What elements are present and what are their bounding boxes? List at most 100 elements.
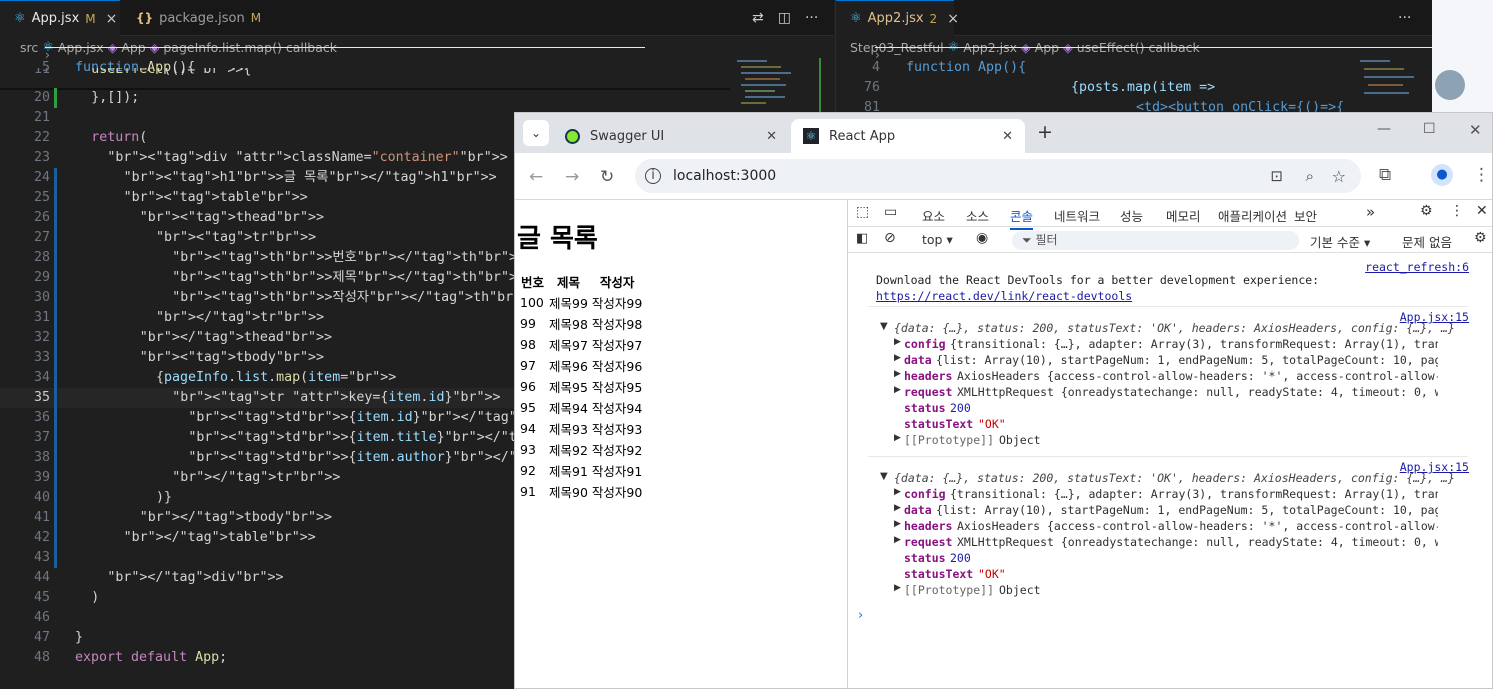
- forward-icon[interactable]: →: [565, 167, 579, 187]
- close-window-icon[interactable]: ✕: [1469, 121, 1482, 139]
- inspect-icon[interactable]: ⬚: [856, 204, 869, 220]
- table-cell: 제목97: [549, 338, 588, 353]
- expand-arrow-icon[interactable]: ▶: [894, 369, 901, 379]
- zoom-icon[interactable]: ⌕: [1306, 167, 1314, 185]
- expand-arrow-icon[interactable]: ▶: [894, 353, 901, 363]
- devtools-tab[interactable]: 보안: [1294, 206, 1317, 225]
- collapse-arrow-icon[interactable]: ▼: [880, 321, 888, 332]
- settings-icon[interactable]: ⚙: [1420, 203, 1433, 219]
- expand-arrow-icon[interactable]: ▶: [894, 337, 901, 347]
- issues-counter[interactable]: 문제 없음: [1402, 232, 1452, 251]
- maximize-icon[interactable]: ☐: [1423, 121, 1436, 137]
- log-level-select[interactable]: 기본 수준 ▾: [1310, 232, 1370, 251]
- console-separator: [868, 456, 1468, 457]
- extensions-icon[interactable]: ⧉: [1379, 165, 1391, 185]
- expand-arrow-icon[interactable]: ▶: [894, 487, 901, 497]
- devtools-tab[interactable]: 성능: [1120, 206, 1143, 225]
- log-summary[interactable]: {data: {…}, status: 200, statusText: 'OK…: [894, 320, 1492, 336]
- table-cell: 작성자95: [591, 380, 643, 395]
- log-summary[interactable]: {data: {…}, status: 200, statusText: 'OK…: [894, 470, 1492, 486]
- code-text: "br"></"tag">tbody"br">>: [139, 510, 332, 525]
- tab-react-app[interactable]: ⚛ React App ✕: [791, 119, 1025, 153]
- expand-arrow-icon[interactable]: ▶: [894, 583, 901, 593]
- minimize-icon[interactable]: —: [1377, 121, 1391, 137]
- devtools-panel: ⬚ ▭ 요소 소스 콘솔 네트워크 성능 메모리 애플리케이션 보안 » ⚙ ⋮ ✕ ◧ ⊘ …: [847, 200, 1492, 688]
- install-icon[interactable]: ⊡: [1270, 167, 1283, 185]
- new-tab-icon[interactable]: +: [1037, 121, 1053, 143]
- prop-key[interactable]: [[Prototype]]: [904, 432, 994, 448]
- tab-label: package.json: [159, 10, 245, 26]
- tab-app-jsx[interactable]: ⚛ App.jsx M ×: [0, 0, 120, 36]
- more-icon[interactable]: ⋮: [1450, 203, 1464, 219]
- devtools-tab[interactable]: 소스: [966, 206, 989, 225]
- close-icon[interactable]: ✕: [1002, 129, 1013, 144]
- tab-app2-jsx[interactable]: ⚛ App2.jsx 2 ×: [836, 0, 959, 36]
- expand-arrow-icon[interactable]: ▶: [894, 433, 901, 443]
- more-icon[interactable]: ···: [1398, 10, 1411, 26]
- reload-icon[interactable]: ↻: [600, 167, 614, 187]
- back-icon[interactable]: ←: [529, 167, 543, 187]
- table-row: 95 제목94 작성자94: [519, 398, 643, 417]
- prop-key[interactable]: headers: [904, 368, 952, 384]
- context-selector[interactable]: top ▾: [922, 232, 953, 247]
- prop-key[interactable]: status: [904, 400, 946, 416]
- split-editor-icon[interactable]: ◫: [778, 10, 791, 26]
- modified-badge: M: [250, 11, 262, 25]
- devtools-tab[interactable]: 애플리케이션: [1218, 206, 1287, 225]
- expand-arrow-icon[interactable]: ▶: [894, 503, 901, 513]
- tab-package-json[interactable]: {} package.json M: [122, 0, 262, 36]
- expand-arrow-icon[interactable]: ▶: [894, 385, 901, 395]
- prop-key[interactable]: config: [904, 486, 946, 502]
- tab-swagger-ui[interactable]: Swagger UI ✕: [553, 119, 789, 153]
- clear-console-icon[interactable]: ⊘: [884, 230, 896, 246]
- table-cell: 97: [520, 358, 536, 373]
- live-expression-icon[interactable]: ◉: [976, 230, 988, 246]
- close-icon[interactable]: ✕: [1476, 203, 1488, 219]
- collapse-arrow-icon[interactable]: ▼: [880, 471, 888, 482]
- profile-icon[interactable]: ●: [1431, 164, 1453, 186]
- prop-key[interactable]: [[Prototype]]: [904, 582, 994, 598]
- more-tabs-icon[interactable]: »: [1366, 203, 1375, 221]
- more-icon[interactable]: ···: [805, 10, 818, 26]
- prop-key[interactable]: request: [904, 534, 952, 550]
- site-info-icon[interactable]: i: [645, 168, 661, 184]
- menu-icon[interactable]: ⋮: [1473, 165, 1490, 185]
- expand-arrow-icon[interactable]: ▶: [894, 519, 901, 529]
- editor-right: ⚛ App2.jsx 2 × ··· Step03_Restful› ⚛App2…: [835, 0, 1432, 120]
- prop-key[interactable]: data: [904, 352, 932, 368]
- prop-key[interactable]: config: [904, 336, 946, 352]
- address-bar[interactable]: i localhost:3000 ⊡ ⌕ ☆: [635, 159, 1361, 193]
- devtools-tab[interactable]: 메모리: [1166, 206, 1201, 225]
- prop-key[interactable]: statusText: [904, 416, 973, 432]
- prop-key[interactable]: statusText: [904, 566, 973, 582]
- close-icon[interactable]: ×: [106, 11, 118, 27]
- device-toolbar-icon[interactable]: ▭: [884, 204, 897, 220]
- tab-search-button[interactable]: ⌄: [523, 120, 549, 146]
- filter-input[interactable]: ⏷ 필터: [1012, 231, 1299, 250]
- prop-key[interactable]: request: [904, 384, 952, 400]
- code-text: "br"><"tag">table"br">>: [123, 190, 308, 205]
- table-cell: 93: [520, 442, 536, 457]
- avatar[interactable]: [1435, 70, 1465, 100]
- expand-arrow-icon[interactable]: ▶: [894, 535, 901, 545]
- minimap[interactable]: [1356, 58, 1420, 118]
- breadcrumb: src› ⚛App.jsx› ◈App› ◈pageInfo.list.map(…: [20, 36, 645, 62]
- console-settings-icon[interactable]: ⚙: [1474, 230, 1487, 246]
- compare-icon[interactable]: ⇄: [752, 10, 764, 26]
- devtools-tab[interactable]: 요소: [922, 206, 945, 225]
- close-icon[interactable]: ×: [947, 11, 959, 27]
- breadcrumb-item[interactable]: src: [20, 40, 38, 55]
- devtools-tab[interactable]: 네트워크: [1054, 206, 1100, 225]
- table-row: 97 제목96 작성자96: [519, 356, 643, 375]
- prop-key[interactable]: status: [904, 550, 946, 566]
- prop-value: {transitional: {…}, adapter: Array(3), t…: [950, 487, 1438, 501]
- prop-key[interactable]: data: [904, 502, 932, 518]
- sidebar-icon[interactable]: ◧: [856, 231, 868, 246]
- react-icon: ⚛: [850, 11, 862, 26]
- prop-key[interactable]: headers: [904, 518, 952, 534]
- console-link[interactable]: https://react.dev/link/react-devtools: [876, 288, 1492, 304]
- bookmark-icon[interactable]: ☆: [1332, 167, 1346, 186]
- console-prompt-icon[interactable]: ›: [858, 608, 863, 623]
- editor-tabbar: ⚛ App.jsx M × {} package.json M ⇄ ◫ ···: [0, 0, 834, 36]
- close-icon[interactable]: ✕: [766, 129, 777, 144]
